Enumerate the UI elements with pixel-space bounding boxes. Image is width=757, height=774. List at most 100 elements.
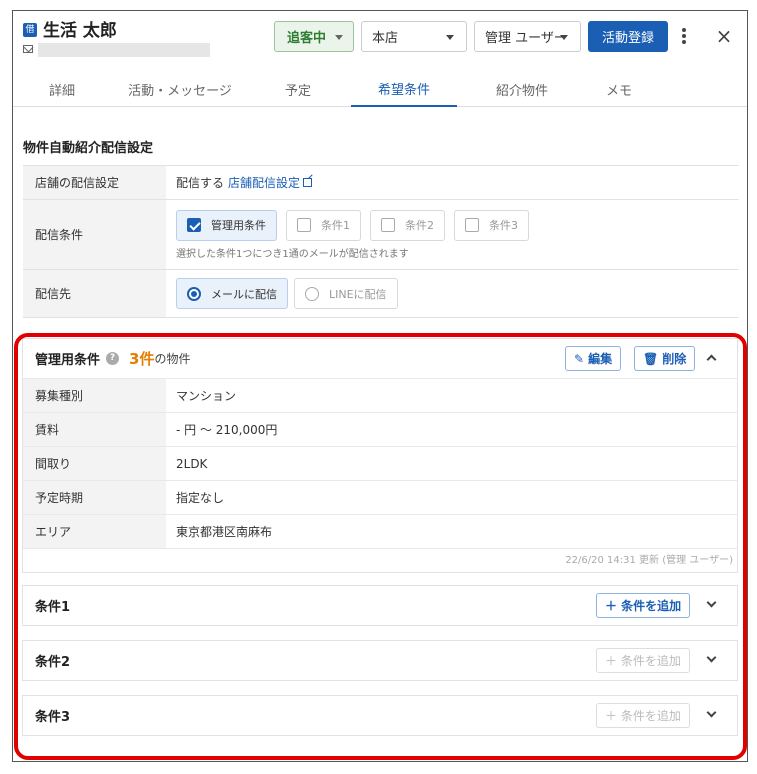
caret-down-icon [560, 35, 568, 40]
row-label: 配信条件 [23, 200, 166, 269]
customer-name: 生活 太郎 [43, 21, 117, 41]
row-label: 予定時期 [23, 481, 166, 514]
admin-condition-card: 管理用条件 ? 3件 の物件 ✎ 編集 🗑 削除 募集種別 マンション 賃料 -… [22, 338, 738, 573]
checkbox-label: 条件3 [489, 219, 518, 232]
row-value: 配信する 店舗配信設定 [166, 166, 739, 199]
checkbox-icon [465, 218, 479, 232]
table-row: 賃料 - 円 ～ 210,000円 [23, 412, 737, 446]
mail-icon [23, 45, 33, 53]
checkbox-condition-1[interactable]: 条件1 [286, 209, 361, 241]
row-value: メールに配信 LINEに配信 [166, 270, 739, 317]
checkbox-icon [297, 218, 311, 232]
row-label: 賃料 [23, 413, 166, 446]
table-row: エリア 東京都港区南麻布 [23, 514, 737, 548]
checkbox-condition-2[interactable]: 条件2 [370, 209, 445, 241]
trash-icon: 🗑 [643, 351, 659, 366]
card-title: 条件2 [35, 655, 71, 670]
checkbox-label: 条件1 [321, 219, 350, 232]
row-value: 管理用条件 条件1 条件2 条件3 選択した条件1つにつき1通のメールが配信され… [166, 200, 739, 269]
match-count[interactable]: 3件 [129, 348, 154, 369]
store-select-value: 本店 [372, 31, 399, 46]
chevron-up-icon[interactable] [706, 354, 717, 365]
radio-icon [305, 286, 319, 301]
status-dropdown[interactable]: 追客中 [274, 21, 354, 52]
row-value: - 円 ～ 210,000円 [176, 423, 278, 437]
condition-1-card: 条件1 ＋ 条件を追加 [22, 585, 738, 626]
store-setting-link[interactable]: 店舗配信設定 [228, 174, 300, 191]
external-link-icon [303, 178, 313, 187]
rental-tag-icon: 借 [23, 23, 37, 37]
row-label: 募集種別 [23, 379, 166, 412]
add-condition-button: ＋ 条件を追加 [596, 648, 690, 673]
store-select[interactable]: 本店 [361, 21, 467, 52]
add-condition-button: ＋ 条件を追加 [596, 703, 690, 728]
conditions-hint: 選択した条件1つにつき1通のメールが配信されます [176, 248, 409, 260]
user-select[interactable]: 管理 ユーザー [474, 21, 581, 52]
card-header: 条件2 ＋ 条件を追加 [23, 641, 737, 680]
tab-bar: 詳細 活動・メッセージ 予定 希望条件 紹介物件 メモ [13, 71, 747, 107]
chevron-down-icon[interactable] [706, 597, 717, 608]
caret-down-icon [446, 35, 454, 40]
card-header: 条件1 ＋ 条件を追加 [23, 586, 737, 625]
card-header: 管理用条件 ? 3件 の物件 ✎ 編集 🗑 削除 [23, 339, 737, 378]
updated-timestamp: 22/6/20 14:31 更新 (管理 ユーザー) [23, 548, 737, 572]
add-condition-button[interactable]: ＋ 条件を追加 [596, 593, 691, 618]
card-header: 条件3 ＋ 条件を追加 [23, 696, 737, 735]
kebab-menu-icon[interactable] [677, 25, 691, 47]
tab-activity[interactable]: 活動・メッセージ [113, 71, 247, 107]
table-row: 間取り 2LDK [23, 446, 737, 480]
close-icon[interactable]: × [713, 25, 735, 47]
table-row: 予定時期 指定なし [23, 480, 737, 514]
edit-button[interactable]: ✎ 編集 [565, 346, 622, 371]
row-label: 間取り [23, 447, 166, 480]
delete-button[interactable]: 🗑 削除 [634, 346, 696, 371]
condition-3-card: 条件3 ＋ 条件を追加 [22, 695, 738, 736]
delete-button-label: 削除 [662, 352, 687, 366]
row-label: 配信先 [23, 270, 166, 317]
table-row: 店舗の配信設定 配信する 店舗配信設定 [23, 166, 739, 200]
tab-memo[interactable]: メモ [575, 71, 663, 107]
chevron-down-icon[interactable] [706, 707, 717, 718]
row-label: 店舗の配信設定 [23, 166, 166, 199]
checkbox-label: 条件2 [405, 219, 434, 232]
row-label: エリア [23, 515, 166, 548]
radio-email[interactable]: メールに配信 [176, 278, 288, 309]
table-row: 配信条件 管理用条件 条件1 条件2 条件3 選択した条件1つにつき1通のメール… [23, 200, 739, 270]
tab-schedule[interactable]: 予定 [261, 71, 335, 107]
edit-button-label: 編集 [588, 352, 613, 366]
radio-line[interactable]: LINEに配信 [294, 278, 398, 309]
condition-checkboxes: 管理用条件 条件1 条件2 条件3 [176, 209, 538, 241]
match-count-suffix: の物件 [154, 352, 191, 366]
customer-header: 借 生活 太郎 追客中 本店 管理 ユーザー 活動登録 × [13, 11, 747, 71]
checkbox-admin-condition[interactable]: 管理用条件 [176, 209, 277, 241]
table-row: 配信先 メールに配信 LINEに配信 [23, 270, 739, 318]
radio-label: LINEに配信 [329, 287, 387, 301]
checkbox-label: 管理用条件 [211, 219, 266, 232]
chevron-down-icon[interactable] [706, 652, 717, 663]
row-value: 指定なし [176, 491, 225, 505]
tab-introduced-properties[interactable]: 紹介物件 [469, 71, 575, 107]
email-redacted [38, 43, 210, 57]
tab-details[interactable]: 詳細 [23, 71, 101, 107]
row-value: 東京都港区南麻布 [176, 525, 273, 539]
section-title: 物件自動紹介配信設定 [23, 141, 154, 156]
checkbox-checked-icon [187, 218, 201, 232]
table-row: 募集種別 マンション [23, 378, 737, 412]
radio-label: メールに配信 [211, 287, 277, 301]
card-title: 条件3 [35, 710, 71, 725]
row-value: マンション [176, 389, 237, 403]
tab-preferences[interactable]: 希望条件 [351, 71, 457, 107]
delivery-settings-table: 店舗の配信設定 配信する 店舗配信設定 配信条件 管理用条件 条件1 条件2 条… [23, 165, 739, 318]
status-label: 追客中 [287, 31, 327, 46]
register-activity-button[interactable]: 活動登録 [588, 21, 668, 52]
pencil-icon: ✎ [574, 351, 585, 366]
caret-down-icon [335, 35, 343, 40]
condition-2-card: 条件2 ＋ 条件を追加 [22, 640, 738, 681]
radio-selected-icon [187, 286, 201, 301]
help-icon[interactable]: ? [106, 352, 120, 365]
store-setting-value: 配信する [176, 176, 225, 190]
checkbox-condition-3[interactable]: 条件3 [454, 209, 529, 241]
card-title: 条件1 [35, 600, 71, 615]
card-title: 管理用条件 [35, 353, 101, 368]
checkbox-icon [381, 218, 395, 232]
